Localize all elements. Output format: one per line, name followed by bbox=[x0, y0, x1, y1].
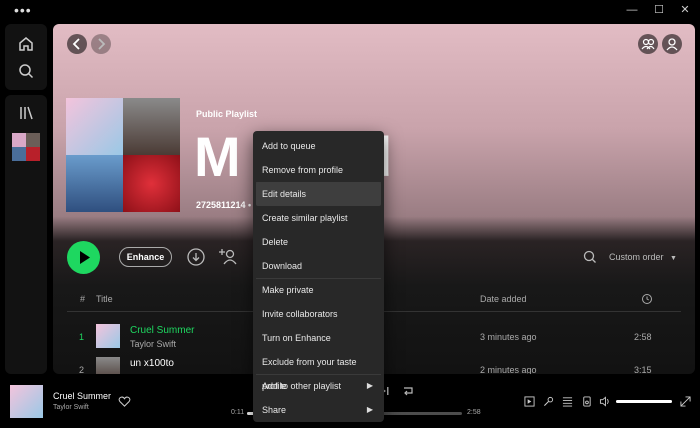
profile-button[interactable] bbox=[662, 34, 682, 54]
context-menu-item[interactable]: Invite collaborators bbox=[256, 302, 381, 326]
now-playing-artist[interactable]: Taylor Swift bbox=[53, 404, 89, 411]
context-menu-item-label: Edit details bbox=[262, 189, 307, 199]
fullscreen-icon[interactable] bbox=[680, 396, 691, 407]
playlist-title: Md bbox=[194, 125, 392, 188]
now-playing-title[interactable]: Cruel Summer bbox=[53, 391, 111, 401]
elapsed-time: 0:11 bbox=[231, 409, 245, 416]
track-title[interactable]: Cruel Summer bbox=[130, 325, 194, 336]
back-button[interactable] bbox=[67, 34, 87, 54]
download-icon[interactable] bbox=[186, 247, 206, 267]
context-menu-item[interactable]: Make private bbox=[256, 278, 381, 302]
sort-order-label: Custom order bbox=[609, 252, 664, 262]
library-playlist-cover[interactable] bbox=[12, 133, 40, 161]
repeat-icon[interactable] bbox=[402, 385, 414, 397]
search-icon[interactable] bbox=[16, 61, 36, 81]
home-icon[interactable] bbox=[16, 34, 36, 54]
enhance-button[interactable]: Enhance bbox=[119, 247, 172, 267]
context-menu-item[interactable]: Download bbox=[256, 254, 381, 278]
context-menu: Add to queue Remove from profile Edit deta… bbox=[253, 131, 384, 422]
queue-icon[interactable] bbox=[562, 396, 573, 407]
context-menu-item-label: Share bbox=[262, 405, 287, 415]
submenu-arrow-icon: ▶ bbox=[366, 405, 373, 414]
track-number: 1 bbox=[79, 332, 85, 342]
sort-order-dropdown[interactable]: Custom order ▼ bbox=[609, 252, 677, 262]
context-menu-item-label: Create similar playlist bbox=[262, 213, 348, 223]
add-user-icon[interactable] bbox=[218, 246, 238, 266]
track-date-added: 3 minutes ago bbox=[480, 332, 537, 342]
lyrics-icon[interactable] bbox=[543, 396, 554, 407]
track-date-added: 2 minutes ago bbox=[480, 365, 537, 374]
track-artist[interactable]: Taylor Swift bbox=[130, 339, 176, 349]
chevron-left-icon bbox=[72, 38, 80, 50]
playlist-cover bbox=[66, 98, 181, 212]
context-menu-item-label: Download bbox=[262, 261, 303, 271]
context-menu-item-label: Invite collaborators bbox=[262, 309, 338, 319]
playlist-meta: 2725811214 • 1 bbox=[196, 200, 259, 210]
library-icon[interactable] bbox=[16, 103, 36, 123]
playlist-type-label: Public Playlist bbox=[196, 109, 258, 119]
user-icon bbox=[666, 38, 678, 51]
context-menu-item-label: Remove from profile bbox=[262, 165, 344, 175]
search-in-playlist-icon[interactable] bbox=[580, 247, 600, 267]
chevron-right-icon bbox=[98, 38, 106, 50]
app-menu-button[interactable]: ••• bbox=[14, 2, 32, 18]
context-menu-item[interactable]: Create similar playlist bbox=[256, 206, 381, 230]
volume-fill bbox=[616, 400, 672, 403]
context-menu-item[interactable]: Delete bbox=[256, 230, 381, 254]
context-menu-item-label: Add to other playlist bbox=[262, 381, 342, 391]
connect-device-icon[interactable] bbox=[581, 396, 592, 407]
track-thumbnail bbox=[96, 357, 120, 374]
context-menu-item-label: Turn on Enhance bbox=[262, 333, 331, 343]
play-icon bbox=[80, 251, 90, 264]
track-number: 2 bbox=[79, 365, 85, 374]
library-panel bbox=[5, 95, 47, 374]
context-menu-item-label: Delete bbox=[262, 237, 289, 247]
friends-icon bbox=[641, 38, 655, 50]
total-time: 2:58 bbox=[467, 409, 481, 416]
friend-activity-button[interactable] bbox=[638, 34, 658, 54]
now-playing-cover[interactable] bbox=[10, 385, 43, 418]
volume-slider[interactable] bbox=[616, 400, 672, 403]
context-menu-item[interactable]: Share ▶ bbox=[256, 398, 381, 422]
caret-down-icon: ▼ bbox=[670, 255, 677, 262]
context-menu-item[interactable]: Exclude from your taste profile bbox=[256, 350, 381, 391]
now-playing-view-icon[interactable] bbox=[524, 396, 535, 407]
context-menu-item[interactable]: Add to queue bbox=[256, 134, 381, 158]
context-menu-item[interactable]: Edit details bbox=[256, 182, 381, 206]
column-number-header: # bbox=[80, 294, 86, 304]
context-menu-item-label: Make private bbox=[262, 285, 314, 295]
column-title-header[interactable]: Title bbox=[96, 294, 113, 304]
volume-icon[interactable] bbox=[599, 396, 611, 407]
window-titlebar: ••• — ☐ ✕ bbox=[0, 0, 700, 22]
forward-button[interactable] bbox=[91, 34, 111, 54]
track-thumbnail bbox=[96, 324, 120, 348]
play-button[interactable] bbox=[67, 241, 100, 274]
minimize-button[interactable]: — bbox=[622, 3, 642, 17]
context-menu-item[interactable]: Add to other playlist ▶ bbox=[256, 374, 381, 398]
context-menu-item[interactable]: Remove from profile bbox=[256, 158, 381, 182]
duration-clock-icon bbox=[642, 294, 652, 304]
nav-panel bbox=[5, 24, 47, 90]
column-date-header[interactable]: Date added bbox=[480, 294, 527, 304]
context-menu-item-label: Add to queue bbox=[262, 141, 316, 151]
close-button[interactable]: ✕ bbox=[675, 3, 695, 17]
context-menu-item[interactable]: Turn on Enhance bbox=[256, 326, 381, 350]
track-title[interactable]: un x100to bbox=[130, 358, 174, 369]
maximize-button[interactable]: ☐ bbox=[649, 3, 669, 17]
track-duration: 3:15 bbox=[634, 365, 652, 374]
track-duration: 2:58 bbox=[634, 332, 652, 342]
heart-icon[interactable] bbox=[118, 395, 131, 408]
submenu-arrow-icon: ▶ bbox=[366, 381, 373, 390]
